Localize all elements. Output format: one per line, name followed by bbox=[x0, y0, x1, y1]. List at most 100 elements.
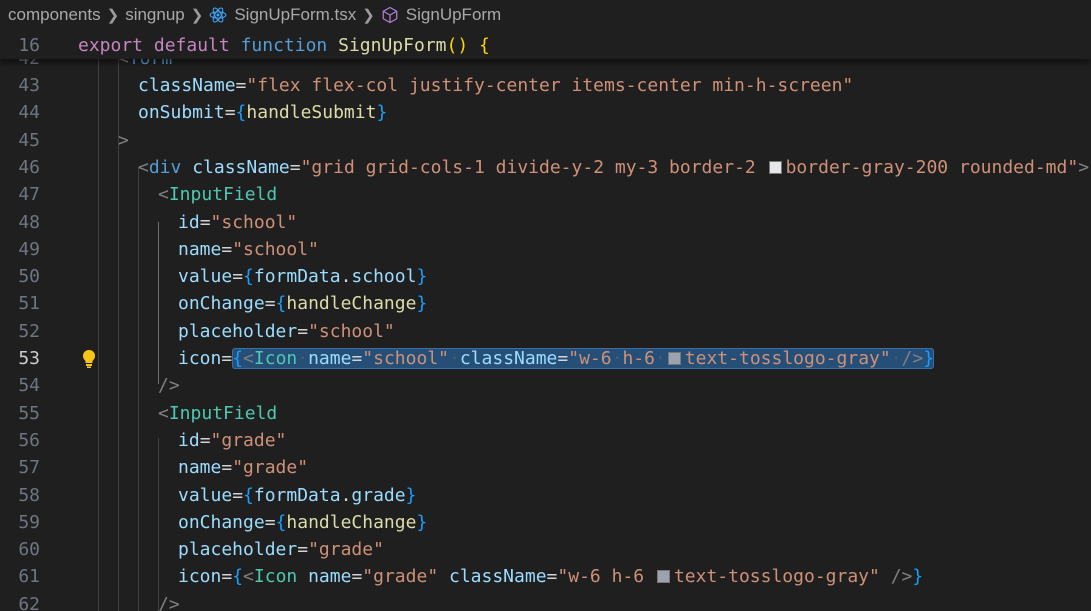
attribute: name bbox=[308, 348, 352, 369]
attribute: className bbox=[138, 75, 236, 96]
brace: } bbox=[376, 102, 388, 124]
code-line[interactable]: 59 onChange={handleChange} bbox=[0, 509, 1091, 536]
chevron-right-icon: ❯ bbox=[106, 7, 120, 24]
code-text: = bbox=[221, 457, 233, 479]
code-content: name="school" bbox=[178, 236, 319, 263]
brace: } bbox=[923, 348, 935, 369]
line-number: 53 bbox=[18, 348, 40, 369]
line-number: 54 bbox=[18, 375, 40, 397]
code-line[interactable]: 44 onSubmit={handleSubmit} bbox=[0, 99, 1091, 126]
code-line[interactable]: 57 name="grade" bbox=[0, 454, 1091, 481]
code-text: = bbox=[289, 156, 301, 178]
whitespace-dot: · bbox=[890, 348, 902, 369]
string: "w-6 h-6 bbox=[557, 566, 655, 588]
code-text: = bbox=[224, 102, 236, 124]
code-line[interactable]: 54 /> bbox=[0, 372, 1091, 399]
string: "school" bbox=[362, 348, 449, 369]
breadcrumb-item-file[interactable]: SignUpForm.tsx bbox=[234, 5, 356, 25]
code-text: = bbox=[264, 293, 276, 315]
string: "grade" bbox=[232, 457, 309, 479]
code-line[interactable]: 56 id="grade" bbox=[0, 427, 1091, 454]
code-line[interactable]: 55 <InputField bbox=[0, 400, 1091, 427]
html-tag: div bbox=[148, 156, 182, 178]
code-text: = bbox=[297, 539, 309, 561]
code-line[interactable]: 51 onChange={handleChange} bbox=[0, 290, 1091, 317]
attribute: formData bbox=[253, 266, 341, 288]
code-editor[interactable]: 42<form43className="flex flex-col justif… bbox=[0, 32, 1091, 611]
attribute: value bbox=[178, 266, 233, 288]
code-line[interactable]: 47 <InputField bbox=[0, 181, 1091, 208]
code-line[interactable]: 16 export default function SignUpForm() { bbox=[0, 32, 1091, 59]
keyword: export bbox=[78, 35, 144, 56]
brace: } bbox=[416, 293, 428, 315]
color-swatch[interactable] bbox=[667, 352, 681, 365]
line-number: 45 bbox=[18, 129, 40, 151]
react-icon bbox=[209, 6, 227, 24]
code-text: = bbox=[221, 238, 233, 260]
attribute: className bbox=[192, 156, 290, 178]
color-swatch[interactable] bbox=[768, 160, 782, 174]
breadcrumb-item-symbol[interactable]: SignUpForm bbox=[406, 5, 501, 25]
code-line[interactable]: 45 > bbox=[0, 127, 1091, 154]
attribute: className bbox=[449, 566, 547, 588]
code-line[interactable]: 49 name="school" bbox=[0, 236, 1091, 263]
code-content: onChange={handleChange} bbox=[178, 290, 427, 317]
code-content: > bbox=[118, 127, 129, 154]
string: text-tosslogo-gray" bbox=[684, 348, 891, 369]
code-line[interactable]: 60 placeholder="grade" bbox=[0, 536, 1091, 563]
code-text: . bbox=[340, 484, 352, 506]
code-line[interactable]: 43 className="flex flex-col justify-cente… bbox=[0, 72, 1091, 99]
code-text: = bbox=[232, 266, 244, 288]
brace: { bbox=[232, 566, 244, 588]
brace: } bbox=[416, 511, 428, 533]
text-selection[interactable]: {<Icon·name="school"·className="w-6·h-6·… bbox=[232, 348, 935, 369]
code-content: export default function SignUpForm() { bbox=[78, 32, 490, 59]
string: "grade" bbox=[210, 429, 287, 451]
code-content: <InputField bbox=[158, 400, 277, 427]
attribute: placeholder bbox=[178, 539, 298, 561]
line-number: 60 bbox=[18, 539, 40, 561]
string: "school" bbox=[232, 238, 319, 260]
code-text: = bbox=[199, 429, 211, 451]
keyword: function bbox=[240, 35, 328, 56]
attribute: id bbox=[178, 211, 200, 233]
code-line[interactable]: 46 <div className="grid grid-cols-1 divid… bbox=[0, 154, 1091, 181]
color-swatch[interactable] bbox=[656, 570, 670, 584]
code-text: = bbox=[199, 211, 211, 233]
code-content: /> bbox=[158, 372, 180, 399]
code-text: = bbox=[546, 566, 558, 588]
punctuation: < bbox=[158, 402, 169, 424]
code-content: icon={<Icon·name="school"·className="w-6… bbox=[178, 345, 935, 372]
attribute: grade bbox=[351, 484, 406, 506]
attribute: value bbox=[178, 484, 233, 506]
code-content: className="flex flex-col justify-center … bbox=[138, 72, 853, 99]
code-line[interactable]: 58 value={formData.grade} bbox=[0, 482, 1091, 509]
attribute: name bbox=[178, 457, 222, 479]
string: "grid grid-cols-1 divide-y-2 my-3 border… bbox=[300, 156, 767, 178]
code-line[interactable]: 50 value={formData.school} bbox=[0, 263, 1091, 290]
component-tag: InputField bbox=[168, 184, 278, 206]
code-line[interactable]: 48 id="school" bbox=[0, 209, 1091, 236]
lightbulb-icon[interactable] bbox=[81, 349, 97, 369]
code-line[interactable]: 53 icon={<Icon·name="school"·className="w… bbox=[0, 345, 1091, 372]
breadcrumb-item-components[interactable]: components bbox=[8, 5, 101, 25]
breadcrumb-item-singnup[interactable]: singnup bbox=[125, 5, 185, 25]
code-text: = bbox=[235, 75, 247, 96]
code-line[interactable]: 52 placeholder="school" bbox=[0, 318, 1091, 345]
attribute: onChange bbox=[178, 511, 265, 533]
whitespace-dot: · bbox=[611, 348, 623, 369]
string: "grade" bbox=[362, 566, 439, 588]
line-number: 62 bbox=[18, 593, 40, 611]
brace: } bbox=[405, 484, 417, 506]
attribute: icon bbox=[178, 348, 222, 369]
function-name: handleChange bbox=[286, 511, 417, 533]
attribute: placeholder bbox=[178, 320, 298, 342]
code-line[interactable]: 62 /> bbox=[0, 591, 1091, 611]
code-content: <div className="grid grid-cols-1 divide-… bbox=[138, 154, 1089, 181]
code-line[interactable]: 61 icon={<Icon name="grade" className="w-… bbox=[0, 563, 1091, 590]
punctuation: < bbox=[243, 348, 254, 369]
